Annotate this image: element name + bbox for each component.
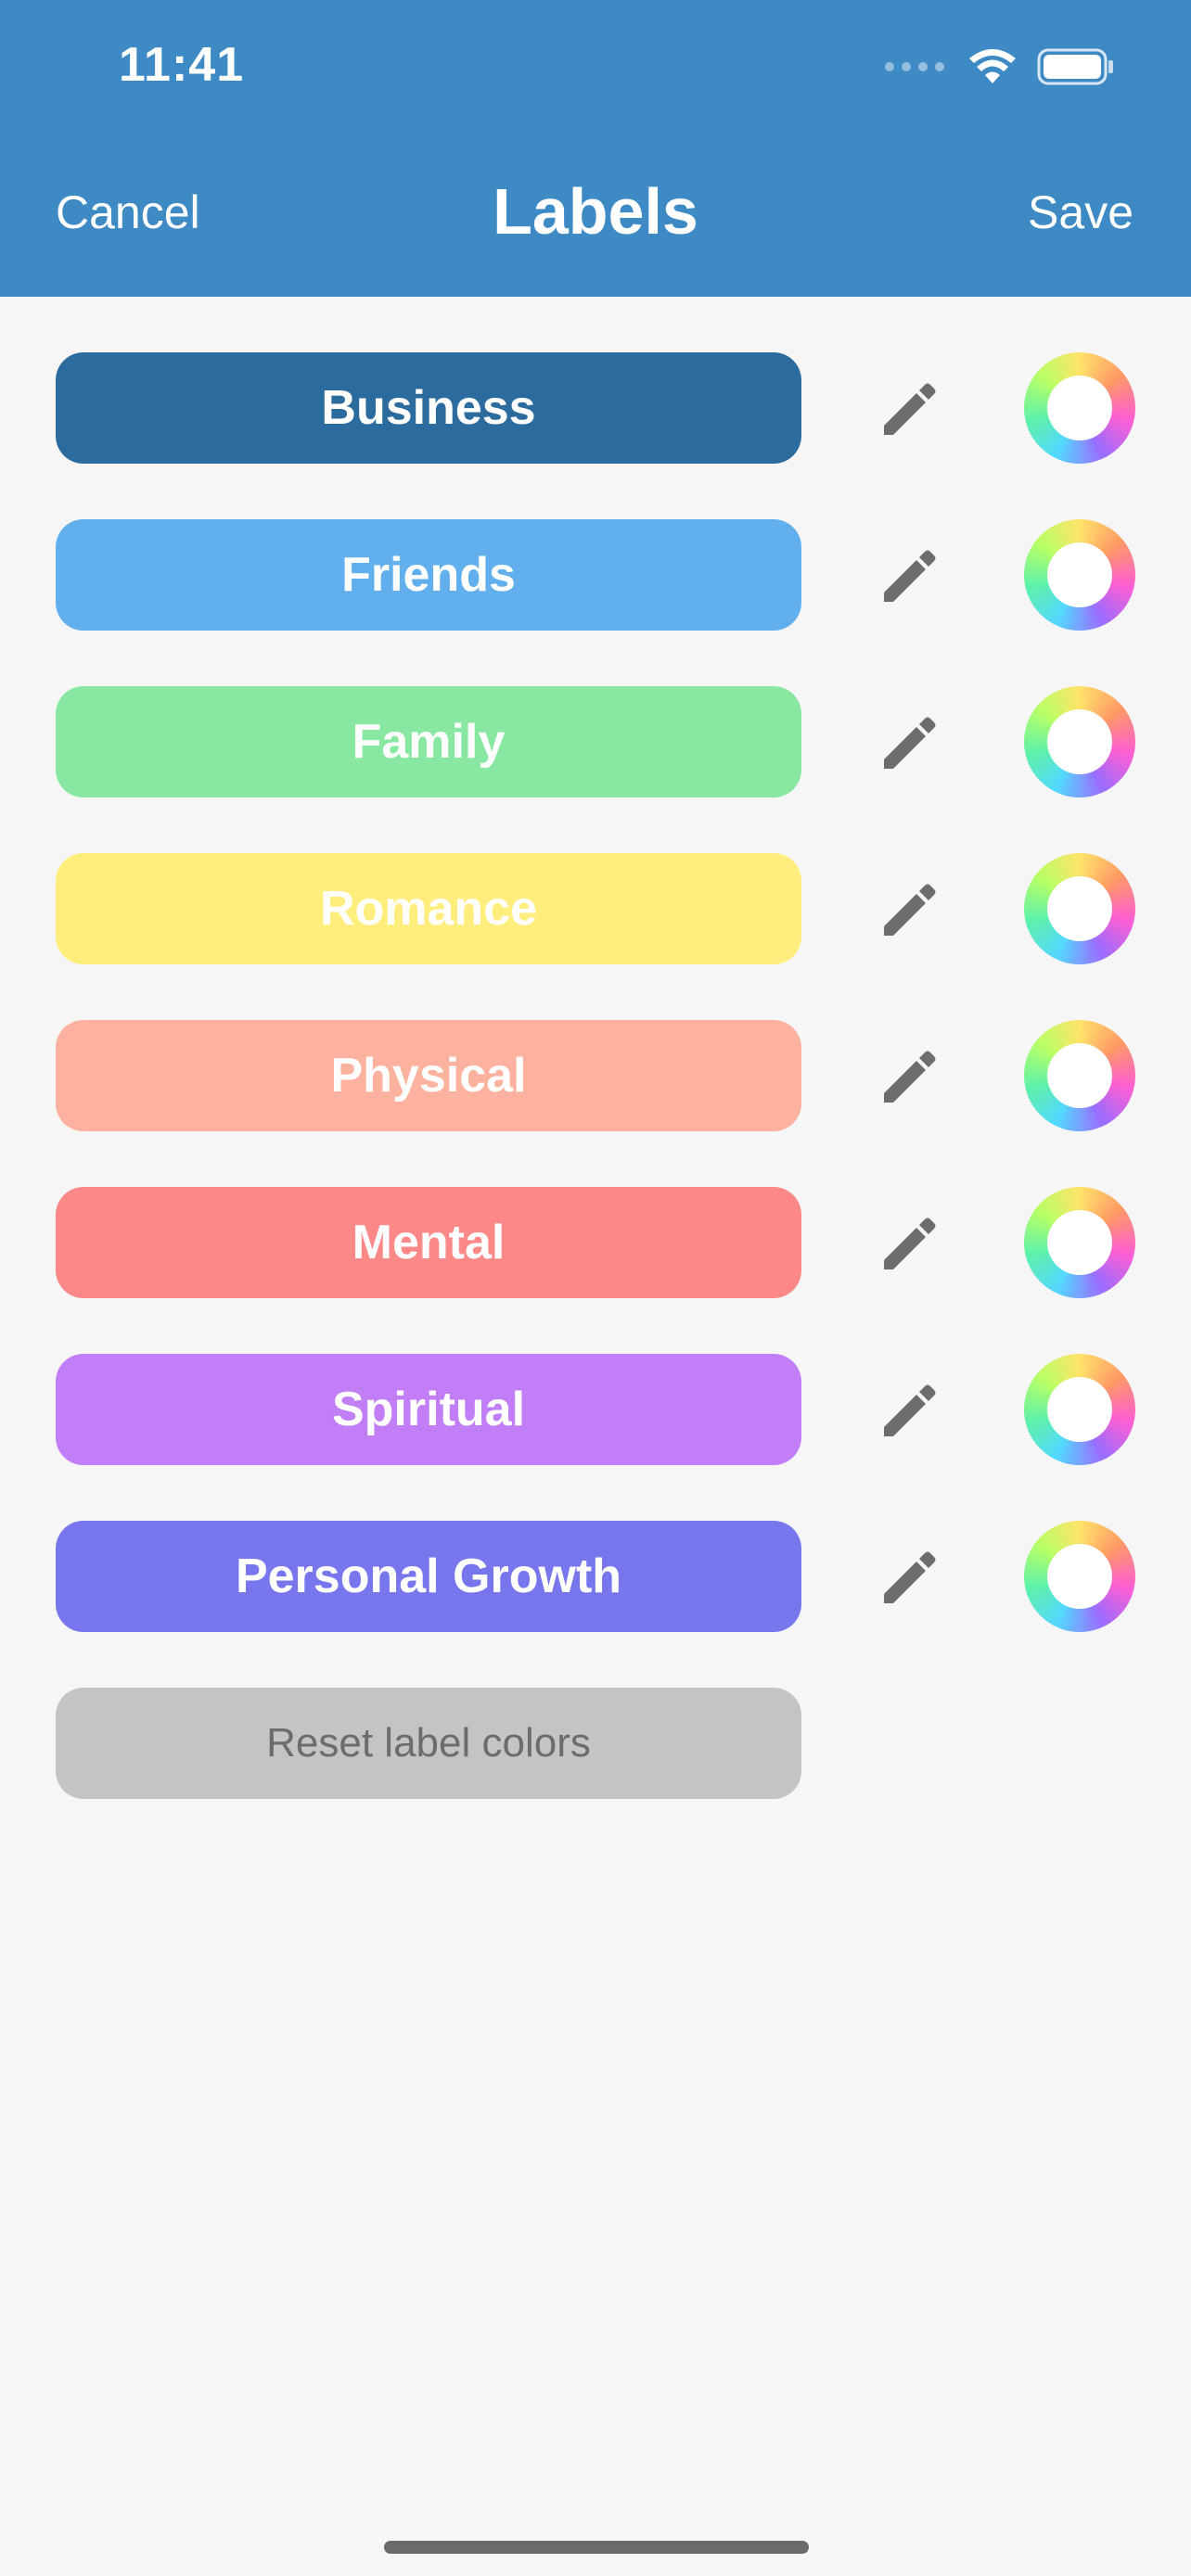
label-row: Family	[0, 686, 1191, 797]
label-pill[interactable]: Business	[56, 352, 801, 464]
pencil-icon[interactable]	[881, 712, 941, 772]
home-indicator	[384, 2541, 809, 2554]
pencil-icon[interactable]	[881, 1380, 941, 1439]
color-wheel-icon[interactable]	[1024, 1521, 1135, 1632]
status-time: 11:41	[119, 38, 245, 92]
pencil-icon[interactable]	[881, 1547, 941, 1606]
color-wheel-icon[interactable]	[1024, 1020, 1135, 1131]
label-pill[interactable]: Family	[56, 686, 801, 797]
label-row: Physical	[0, 1020, 1191, 1131]
label-row: Personal Growth	[0, 1521, 1191, 1632]
signal-icon	[885, 62, 944, 71]
label-pill[interactable]: Spiritual	[56, 1354, 801, 1465]
save-button[interactable]: Save	[1028, 185, 1133, 239]
color-wheel-icon[interactable]	[1024, 853, 1135, 964]
status-icons	[885, 45, 1115, 89]
pencil-icon[interactable]	[881, 1046, 941, 1105]
label-row: Spiritual	[0, 1354, 1191, 1465]
label-list: Business Friends Family Romance Physical Ment…	[0, 352, 1191, 1688]
color-wheel-icon[interactable]	[1024, 519, 1135, 631]
color-wheel-icon[interactable]	[1024, 1187, 1135, 1298]
wifi-icon	[969, 49, 1016, 83]
label-row: Business	[0, 352, 1191, 464]
color-wheel-icon[interactable]	[1024, 686, 1135, 797]
label-row: Mental	[0, 1187, 1191, 1298]
label-pill[interactable]: Personal Growth	[56, 1521, 801, 1632]
pencil-icon[interactable]	[881, 378, 941, 438]
label-pill[interactable]: Physical	[56, 1020, 801, 1131]
pencil-icon[interactable]	[881, 1213, 941, 1272]
cancel-button[interactable]: Cancel	[56, 185, 200, 239]
label-pill[interactable]: Friends	[56, 519, 801, 631]
pencil-icon[interactable]	[881, 879, 941, 938]
navigation-header: 11:41 Cancel Labels Save	[0, 0, 1191, 297]
label-pill[interactable]: Romance	[56, 853, 801, 964]
pencil-icon[interactable]	[881, 545, 941, 605]
label-pill[interactable]: Mental	[56, 1187, 801, 1298]
battery-icon	[1037, 48, 1113, 85]
label-row: Romance	[0, 853, 1191, 964]
color-wheel-icon[interactable]	[1024, 1354, 1135, 1465]
reset-label-colors-button[interactable]: Reset label colors	[56, 1688, 801, 1799]
label-row: Friends	[0, 519, 1191, 631]
color-wheel-icon[interactable]	[1024, 352, 1135, 464]
